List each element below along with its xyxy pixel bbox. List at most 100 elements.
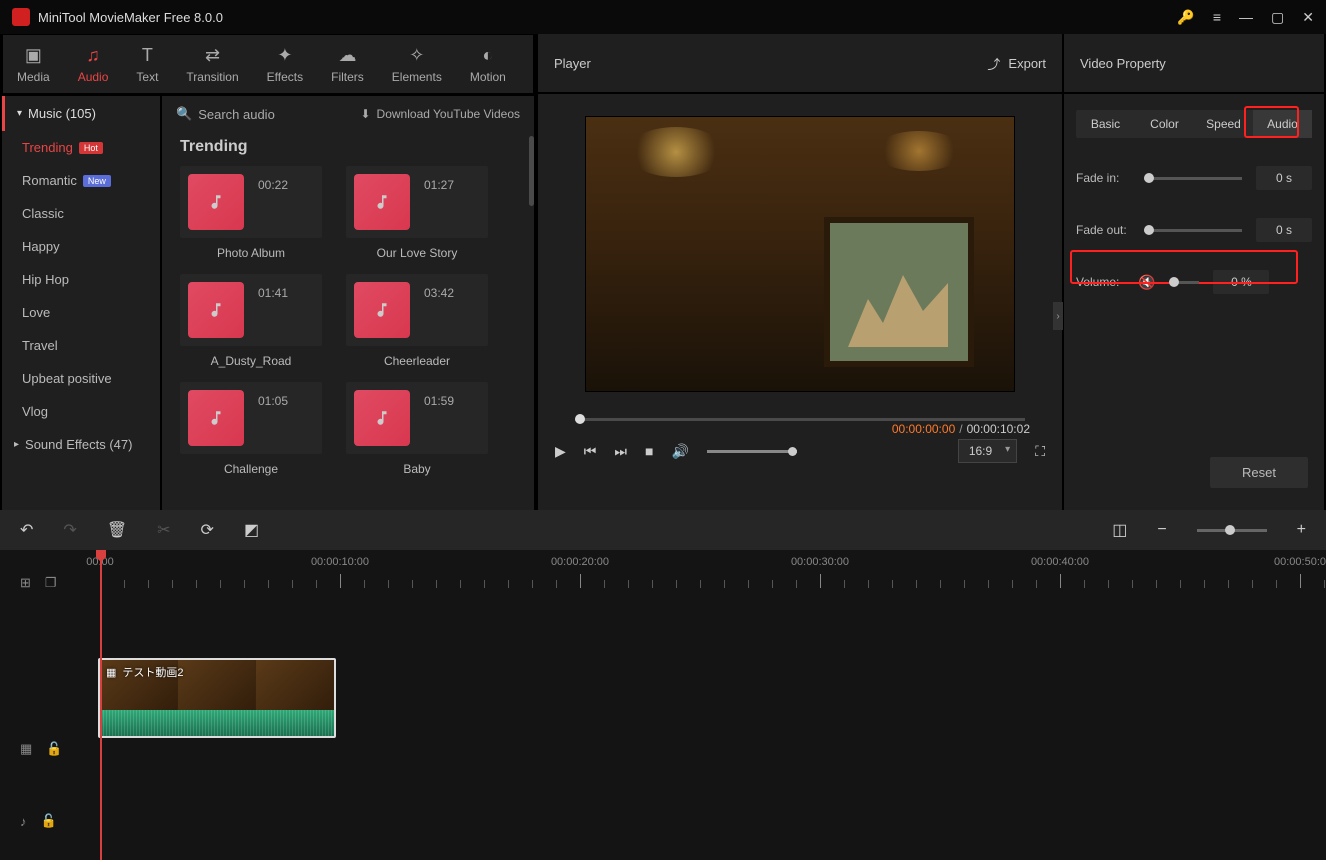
music-note-icon — [188, 390, 244, 446]
download-youtube-link[interactable]: ⬇Download YouTube Videos — [360, 107, 520, 121]
video-track[interactable]: ▦テスト動画2 — [90, 656, 1326, 740]
redo-button[interactable]: ↷ — [63, 520, 76, 540]
audio-clip-cheerleader[interactable]: 03:42 Cheerleader — [346, 274, 488, 368]
playhead[interactable] — [100, 550, 102, 860]
highlight-audio-tab — [1244, 106, 1299, 138]
new-badge: New — [83, 175, 111, 187]
video-preview[interactable] — [585, 116, 1015, 392]
snap-button[interactable]: ◫ — [1112, 520, 1127, 540]
download-icon: ⬇ — [360, 107, 370, 121]
delete-button[interactable]: 🗑 — [107, 520, 127, 540]
sidebar-item-love[interactable]: Love — [2, 296, 160, 329]
export-button[interactable]: ⤴Export — [987, 54, 1046, 73]
split-button[interactable]: ✂ — [157, 520, 170, 540]
highlight-volume-row — [1070, 250, 1298, 284]
tab-transition[interactable]: ⇄Transition — [172, 37, 252, 92]
audio-clip-challenge[interactable]: 01:05 Challenge — [180, 382, 322, 476]
maximize-icon[interactable]: ▢ — [1271, 9, 1284, 26]
audio-clip-our-love-story[interactable]: 01:27 Our Love Story — [346, 166, 488, 260]
sidebar-category-sfx[interactable]: ▸Sound Effects (47) — [2, 428, 160, 461]
lock-track-icon[interactable]: 🔓 — [41, 813, 57, 829]
fullscreen-button[interactable]: ⛶ — [1035, 443, 1045, 460]
speed-button[interactable]: ⟳ — [201, 520, 214, 540]
search-audio-input[interactable]: 🔍Search audio — [176, 106, 275, 122]
play-button[interactable]: ▶ — [555, 443, 566, 460]
music-note-icon — [188, 282, 244, 338]
chevron-down-icon: ▾ — [17, 108, 22, 119]
clip-icon: ▦ — [106, 666, 116, 679]
waveform — [100, 710, 334, 736]
folder-icon: ▣ — [25, 45, 42, 66]
effects-icon: ✦ — [277, 45, 292, 66]
stop-button[interactable]: ■ — [645, 443, 653, 459]
close-icon[interactable]: ✕ — [1302, 9, 1314, 26]
prop-tab-basic[interactable]: Basic — [1076, 110, 1135, 138]
fade-in-value[interactable]: 0 s — [1256, 166, 1312, 190]
sidebar-item-vlog[interactable]: Vlog — [2, 395, 160, 428]
aspect-ratio-select[interactable]: 16:9 — [958, 439, 1017, 463]
progress-bar[interactable] — [575, 418, 1025, 421]
lock-track-icon[interactable]: 🔓 — [46, 741, 62, 757]
video-clip[interactable]: ▦テスト動画2 — [98, 658, 336, 738]
fade-in-slider[interactable] — [1144, 177, 1242, 180]
tab-text[interactable]: TText — [122, 37, 172, 92]
timeline-ruler[interactable]: 00:0000:00:10:0000:00:20:0000:00:30:0000… — [90, 550, 1326, 596]
section-title: Trending — [162, 132, 534, 166]
premium-key-icon[interactable]: 🔑 — [1177, 9, 1194, 26]
tab-elements[interactable]: ✧Elements — [378, 37, 456, 92]
menu-icon[interactable]: ≡ — [1213, 9, 1221, 25]
sidebar-item-romantic[interactable]: RomanticNew — [2, 164, 160, 197]
add-track-icon[interactable]: ⊞ — [20, 575, 31, 591]
prev-frame-button[interactable]: ⏮ — [584, 443, 597, 460]
zoom-in-button[interactable]: + — [1297, 521, 1306, 539]
sidebar-item-travel[interactable]: Travel — [2, 329, 160, 362]
tab-media[interactable]: ▣Media — [3, 37, 64, 92]
tab-audio[interactable]: ♫Audio — [64, 37, 123, 92]
audio-clip-dusty-road[interactable]: 01:41 A_Dusty_Road — [180, 274, 322, 368]
fade-in-label: Fade in: — [1076, 171, 1130, 185]
chevron-right-icon: ▸ — [14, 439, 19, 450]
sidebar-item-trending[interactable]: TrendingHot — [2, 131, 160, 164]
sidebar-item-hiphop[interactable]: Hip Hop — [2, 263, 160, 296]
minimize-icon[interactable]: — — [1239, 9, 1253, 25]
export-icon: ⤴ — [987, 54, 1000, 73]
tab-filters[interactable]: ☁Filters — [317, 37, 378, 92]
audio-clip-photo-album[interactable]: 00:22 Photo Album — [180, 166, 322, 260]
zoom-out-button[interactable]: − — [1157, 521, 1166, 539]
property-title: Video Property — [1080, 56, 1166, 71]
audio-clip-baby[interactable]: 01:59 Baby — [346, 382, 488, 476]
music-note-icon — [354, 282, 410, 338]
prop-tab-color[interactable]: Color — [1135, 110, 1194, 138]
content-scrollbar[interactable] — [529, 136, 534, 206]
music-note-icon — [354, 390, 410, 446]
player-volume-slider[interactable] — [707, 450, 797, 453]
tab-motion[interactable]: ◐Motion — [456, 37, 520, 92]
fade-out-label: Fade out: — [1076, 223, 1130, 237]
text-icon: T — [142, 45, 153, 66]
hot-badge: Hot — [79, 142, 103, 154]
fade-out-value[interactable]: 0 s — [1256, 218, 1312, 242]
filters-icon: ☁ — [338, 45, 356, 66]
duplicate-track-icon[interactable]: ❐ — [45, 575, 57, 591]
expand-panel-handle[interactable]: › — [1053, 302, 1063, 330]
volume-slider[interactable] — [1169, 281, 1199, 284]
motion-icon: ◐ — [482, 45, 493, 66]
volume-icon[interactable]: 🔊 — [671, 443, 688, 460]
tab-effects[interactable]: ✦Effects — [253, 37, 317, 92]
app-title: MiniTool MovieMaker Free 8.0.0 — [38, 10, 1177, 25]
sidebar-item-classic[interactable]: Classic — [2, 197, 160, 230]
undo-button[interactable]: ↶ — [20, 520, 33, 540]
zoom-slider[interactable] — [1197, 529, 1267, 532]
search-icon: 🔍 — [176, 106, 192, 122]
sidebar-category-music[interactable]: ▾Music (105) — [2, 96, 160, 131]
transition-icon: ⇄ — [205, 45, 220, 66]
fade-out-slider[interactable] — [1144, 229, 1242, 232]
video-track-icon: ▦ — [20, 741, 32, 757]
sidebar-item-upbeat[interactable]: Upbeat positive — [2, 362, 160, 395]
next-frame-button[interactable]: ⏭ — [614, 443, 627, 460]
reset-button[interactable]: Reset — [1210, 457, 1308, 488]
sidebar-item-happy[interactable]: Happy — [2, 230, 160, 263]
music-icon: ♫ — [86, 45, 100, 66]
audio-track[interactable] — [90, 740, 1326, 800]
crop-button[interactable]: ◩ — [244, 520, 259, 540]
